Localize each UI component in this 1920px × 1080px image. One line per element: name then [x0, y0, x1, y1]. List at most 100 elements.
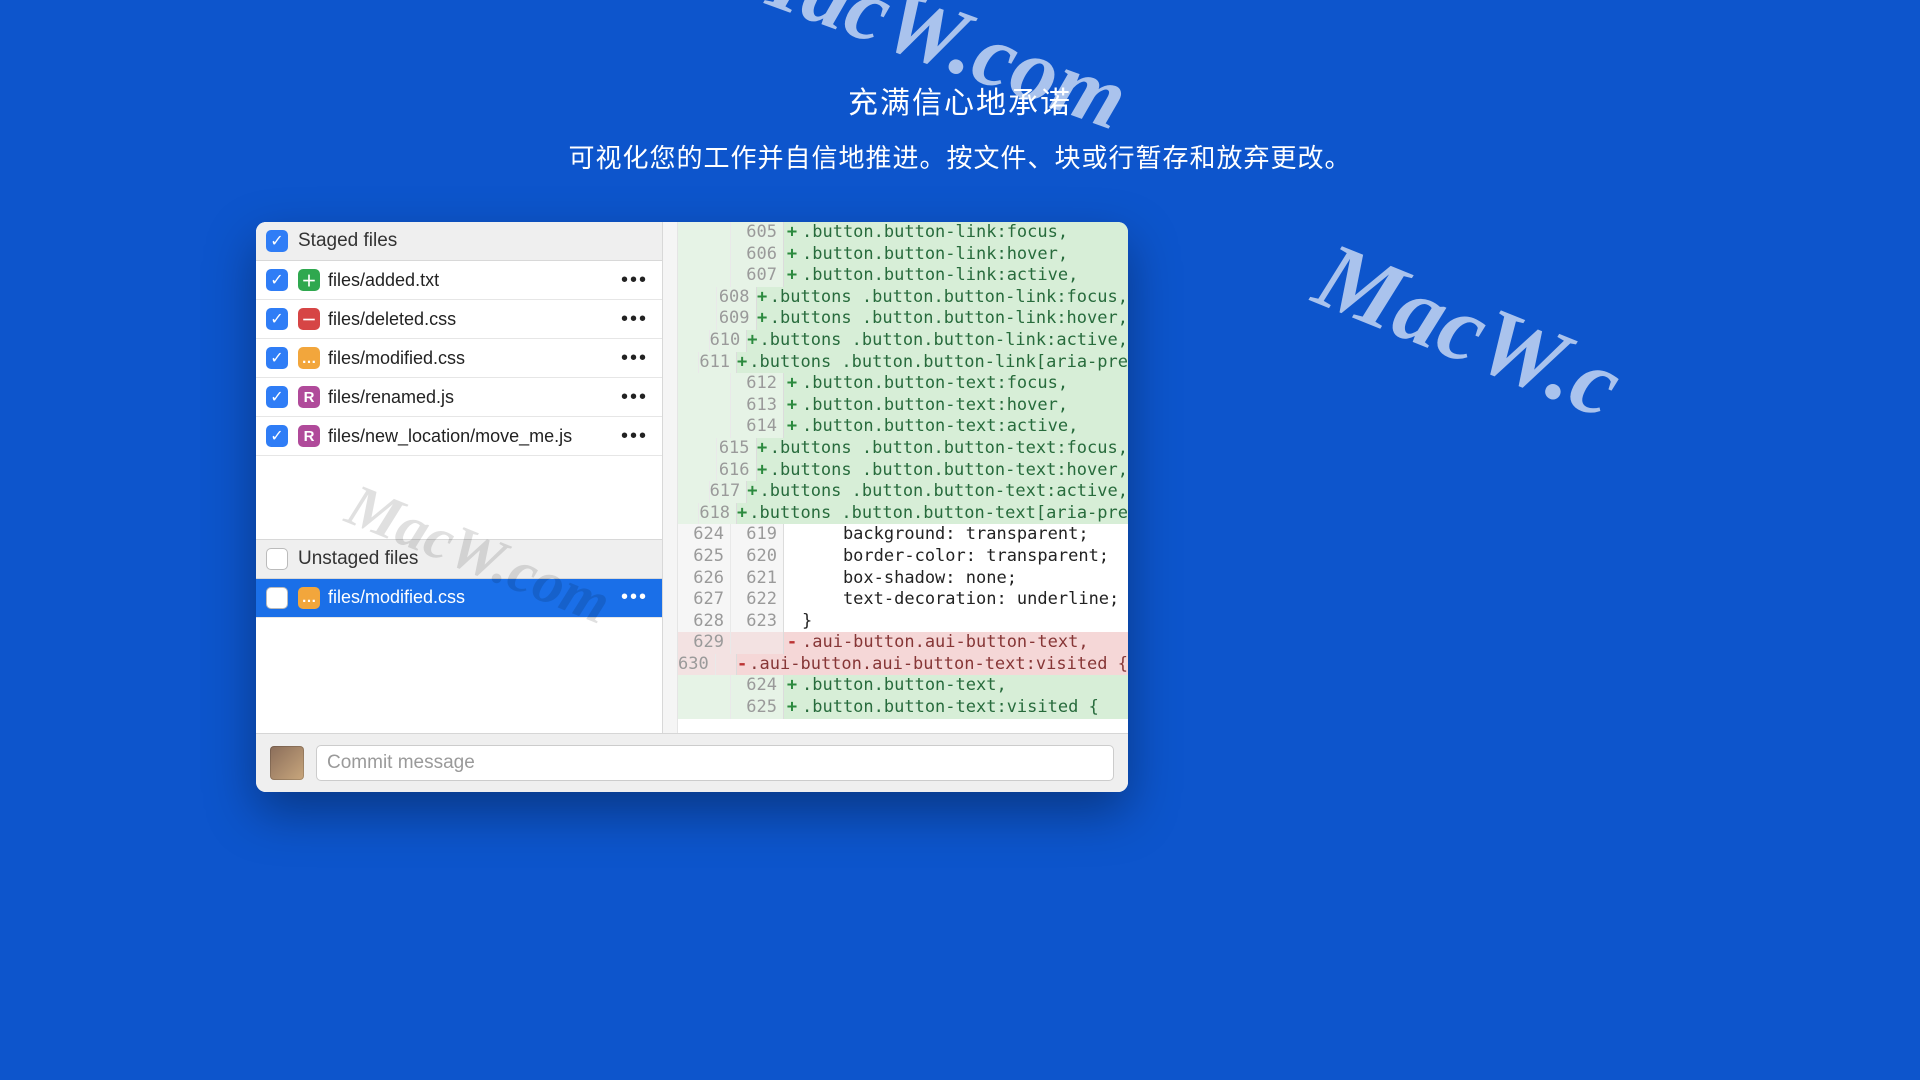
staged-files-header[interactable]: ✓ Staged files — [256, 222, 662, 261]
diff-line[interactable]: 609+.buttons .button.button-link:hover, — [678, 308, 1128, 330]
diff-line[interactable]: 628623 } — [678, 611, 1128, 633]
diff-code: .button.button-link:active, — [800, 265, 1128, 287]
diff-line[interactable]: 627622 text-decoration: underline; — [678, 589, 1128, 611]
line-number-old: 627 — [678, 589, 731, 611]
line-number-old — [678, 416, 731, 438]
line-number-new: 623 — [731, 611, 784, 633]
more-icon[interactable]: ••• — [621, 347, 652, 370]
diff-line[interactable]: 611+.buttons .button.button-link[aria-pr… — [678, 352, 1128, 374]
line-number-new: 616 — [717, 460, 756, 482]
line-number-old — [678, 244, 731, 266]
more-icon[interactable]: ••• — [621, 386, 652, 409]
diff-line[interactable]: 605+.button.button-link:focus, — [678, 222, 1128, 244]
file-status-mod-icon: … — [298, 587, 320, 609]
diff-sign: + — [784, 675, 800, 697]
file-row[interactable]: ✓＋files/added.txt••• — [256, 261, 662, 300]
more-icon[interactable]: ••• — [621, 308, 652, 331]
line-number-new: 613 — [731, 395, 784, 417]
line-number-old — [678, 287, 717, 309]
avatar[interactable] — [270, 746, 304, 780]
diff-sign — [784, 568, 800, 590]
file-checkbox[interactable]: ✓ — [266, 308, 288, 330]
line-number-old — [678, 438, 717, 460]
line-number-new: 611 — [699, 352, 737, 374]
file-name: files/renamed.js — [328, 387, 621, 408]
diff-code: .buttons .button.button-link:active, — [758, 330, 1128, 352]
line-number-old — [678, 265, 731, 287]
unstaged-files-header[interactable]: Unstaged files — [256, 540, 662, 579]
line-number-old — [678, 481, 710, 503]
line-number-old: 629 — [678, 632, 731, 654]
line-number-new: 624 — [731, 675, 784, 697]
file-row[interactable]: ✓Rfiles/new_location/move_me.js••• — [256, 417, 662, 456]
diff-code: .button.button-text, — [800, 675, 1128, 697]
diff-line[interactable]: 629-.aui-button.aui-button-text, — [678, 632, 1128, 654]
more-icon[interactable]: ••• — [621, 586, 652, 609]
diff-sign: + — [757, 438, 768, 460]
file-checkbox[interactable]: ✓ — [266, 386, 288, 408]
line-number-new: 605 — [731, 222, 784, 244]
diff-sign — [784, 546, 800, 568]
diff-line[interactable]: 630-.aui-button.aui-button-text:visited … — [678, 654, 1128, 676]
diff-sign: + — [757, 308, 768, 330]
diff-line[interactable]: 617+.buttons .button.button-text:active, — [678, 481, 1128, 503]
diff-sign: - — [784, 632, 800, 654]
file-checkbox[interactable]: ✓ — [266, 269, 288, 291]
diff-line[interactable]: 625620 border-color: transparent; — [678, 546, 1128, 568]
diff-sign: + — [784, 222, 800, 244]
diff-code: .buttons .button.button-text[aria-pre — [747, 503, 1128, 525]
file-row[interactable]: ✓－files/deleted.css••• — [256, 300, 662, 339]
diff-line[interactable]: 606+.button.button-link:hover, — [678, 244, 1128, 266]
diff-code: .buttons .button.button-text:hover, — [768, 460, 1128, 482]
diff-line[interactable]: 610+.buttons .button.button-link:active, — [678, 330, 1128, 352]
diff-line[interactable]: 618+.buttons .button.button-text[aria-pr… — [678, 503, 1128, 525]
file-row[interactable]: …files/modified.css••• — [256, 579, 662, 618]
file-checkbox[interactable] — [266, 587, 288, 609]
line-number-old — [678, 460, 717, 482]
diff-sign: + — [737, 352, 747, 374]
line-number-new: 612 — [731, 373, 784, 395]
diff-sign — [784, 589, 800, 611]
file-checkbox[interactable]: ✓ — [266, 347, 288, 369]
diff-line[interactable]: 616+.buttons .button.button-text:hover, — [678, 460, 1128, 482]
diff-code: .buttons .button.button-text:active, — [758, 481, 1128, 503]
line-number-old: 628 — [678, 611, 731, 633]
watermark: MacW.com — [715, 0, 1141, 151]
diff-code: .buttons .button.button-link:hover, — [768, 308, 1128, 330]
commit-message-input[interactable] — [316, 745, 1114, 781]
line-number-old — [678, 675, 731, 697]
diff-code: .aui-button.aui-button-text:visited { — [747, 654, 1128, 676]
file-row[interactable]: ✓Rfiles/renamed.js••• — [256, 378, 662, 417]
line-number-new: 619 — [731, 524, 784, 546]
diff-line[interactable]: 612+.button.button-text:focus, — [678, 373, 1128, 395]
diff-line[interactable]: 608+.buttons .button.button-link:focus, — [678, 287, 1128, 309]
line-number-new: 617 — [710, 481, 748, 503]
diff-code: box-shadow: none; — [800, 568, 1128, 590]
diff-line[interactable]: 614+.button.button-text:active, — [678, 416, 1128, 438]
line-number-old: 626 — [678, 568, 731, 590]
file-name: files/deleted.css — [328, 309, 621, 330]
file-status-mod-icon: … — [298, 347, 320, 369]
scrollbar[interactable] — [663, 222, 678, 733]
diff-line[interactable]: 624+.button.button-text, — [678, 675, 1128, 697]
line-number-new: 621 — [731, 568, 784, 590]
staged-checkbox-all[interactable]: ✓ — [266, 230, 288, 252]
file-row[interactable]: ✓…files/modified.css••• — [256, 339, 662, 378]
line-number-old — [678, 697, 731, 719]
file-status-add-icon: ＋ — [298, 269, 320, 291]
diff-viewer[interactable]: 605+.button.button-link:focus,606+.butto… — [678, 222, 1128, 733]
diff-code: } — [800, 611, 1128, 633]
diff-line[interactable]: 607+.button.button-link:active, — [678, 265, 1128, 287]
diff-line[interactable]: 615+.buttons .button.button-text:focus, — [678, 438, 1128, 460]
diff-line[interactable]: 625+.button.button-text:visited { — [678, 697, 1128, 719]
diff-line[interactable]: 624619 background: transparent; — [678, 524, 1128, 546]
watermark: MacW.c — [1301, 220, 1637, 441]
line-number-old: 625 — [678, 546, 731, 568]
more-icon[interactable]: ••• — [621, 269, 652, 292]
more-icon[interactable]: ••• — [621, 425, 652, 448]
line-number-old — [678, 503, 699, 525]
file-checkbox[interactable]: ✓ — [266, 425, 288, 447]
diff-line[interactable]: 613+.button.button-text:hover, — [678, 395, 1128, 417]
diff-line[interactable]: 626621 box-shadow: none; — [678, 568, 1128, 590]
unstaged-checkbox-all[interactable] — [266, 548, 288, 570]
